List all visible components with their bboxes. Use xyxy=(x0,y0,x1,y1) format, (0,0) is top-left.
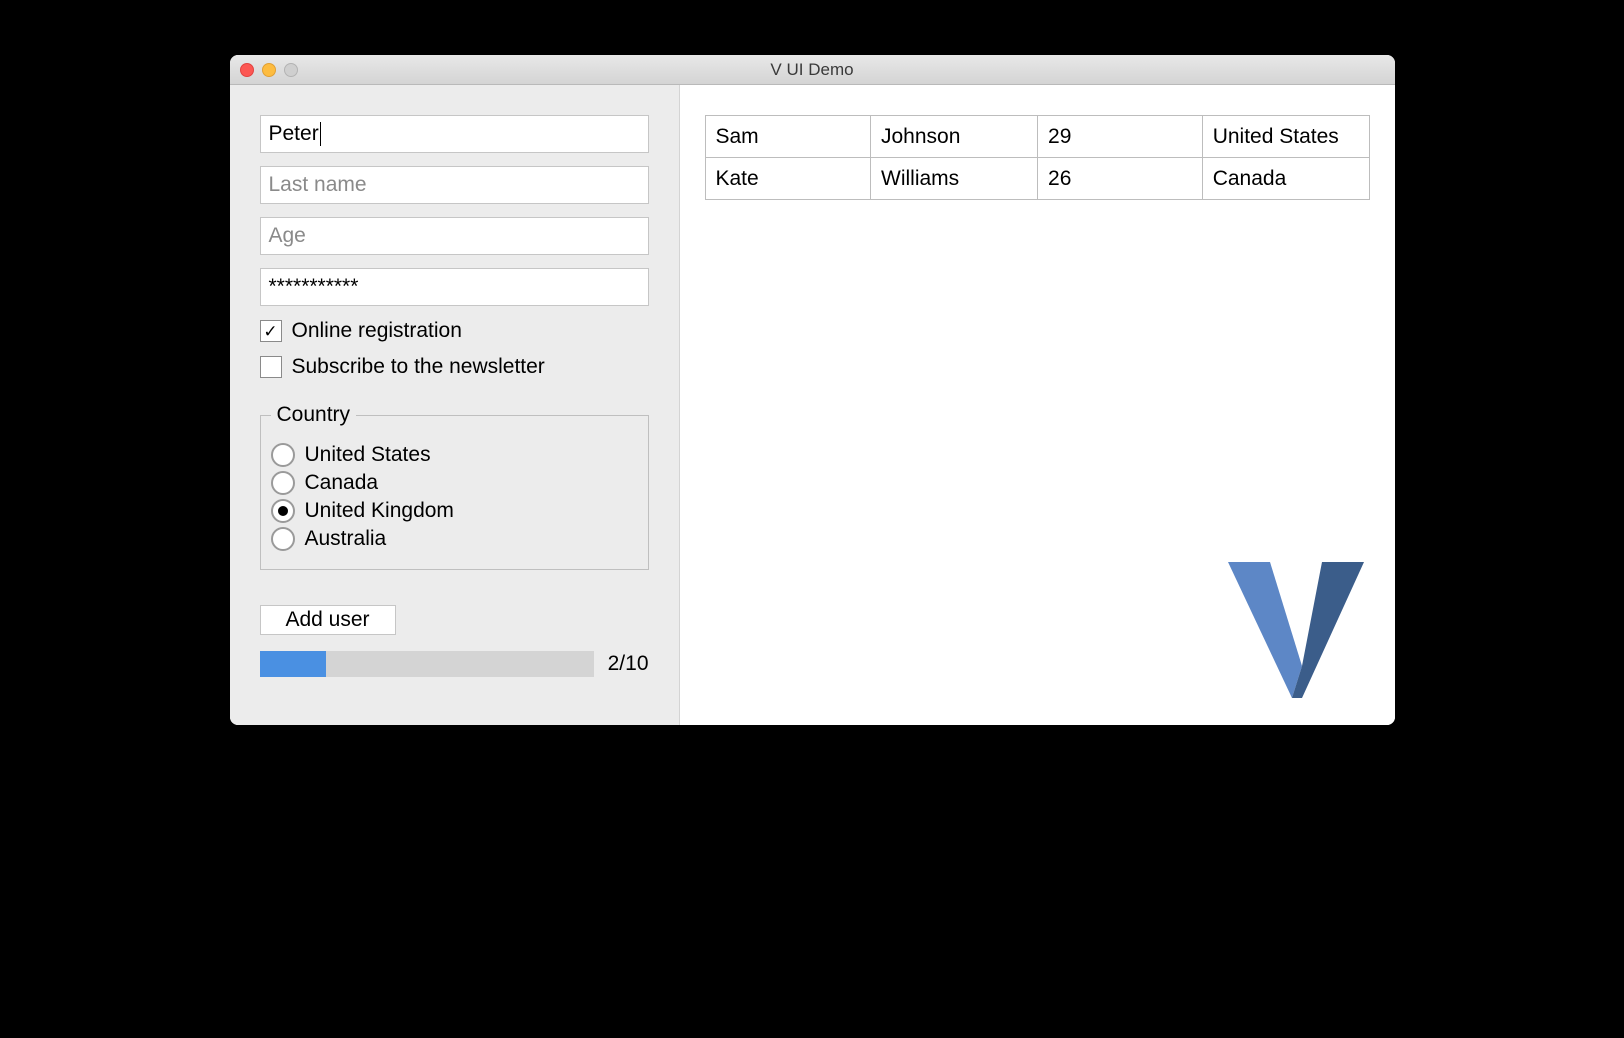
progress-fill xyxy=(260,651,327,677)
app-window: V UI Demo Peter Last name Age **********… xyxy=(230,55,1395,725)
v-logo-icon xyxy=(1222,556,1370,710)
cell-age: 26 xyxy=(1038,158,1203,200)
country-option-uk: United Kingdom xyxy=(271,499,638,523)
country-option-us: United States xyxy=(271,443,638,467)
country-radio-uk[interactable] xyxy=(271,499,295,523)
country-label-uk: United Kingdom xyxy=(305,499,454,523)
cell-first-name: Sam xyxy=(705,116,871,158)
age-input[interactable]: Age xyxy=(260,217,649,255)
maximize-icon xyxy=(284,63,298,77)
table-row: Kate Williams 26 Canada xyxy=(705,158,1369,200)
last-name-input[interactable]: Last name xyxy=(260,166,649,204)
cell-last-name: Johnson xyxy=(871,116,1038,158)
country-radio-us[interactable] xyxy=(271,443,295,467)
minimize-icon[interactable] xyxy=(262,63,276,77)
users-table: Sam Johnson 29 United States Kate Willia… xyxy=(705,115,1370,200)
text-caret-icon xyxy=(320,122,321,146)
window-controls xyxy=(240,63,298,77)
country-radio-au[interactable] xyxy=(271,527,295,551)
add-user-button[interactable]: Add user xyxy=(260,605,396,635)
subscribe-newsletter-checkbox[interactable] xyxy=(260,356,282,378)
titlebar: V UI Demo xyxy=(230,55,1395,85)
subscribe-newsletter-row: Subscribe to the newsletter xyxy=(260,355,649,379)
password-input[interactable]: *********** xyxy=(260,268,649,306)
cell-last-name: Williams xyxy=(871,158,1038,200)
country-option-ca: Canada xyxy=(271,471,638,495)
country-option-au: Australia xyxy=(271,527,638,551)
cell-age: 29 xyxy=(1038,116,1203,158)
country-label-us: United States xyxy=(305,443,431,467)
cell-first-name: Kate xyxy=(705,158,871,200)
subscribe-newsletter-label: Subscribe to the newsletter xyxy=(292,355,545,379)
progress-row: 2/10 xyxy=(260,651,649,677)
online-registration-row: Online registration xyxy=(260,319,649,343)
content-area: Peter Last name Age *********** Online r… xyxy=(230,85,1395,725)
form-panel: Peter Last name Age *********** Online r… xyxy=(230,85,680,725)
cell-country: United States xyxy=(1202,116,1369,158)
first-name-input[interactable]: Peter xyxy=(260,115,649,153)
close-icon[interactable] xyxy=(240,63,254,77)
country-legend: Country xyxy=(271,403,357,427)
country-label-au: Australia xyxy=(305,527,387,551)
table-panel: Sam Johnson 29 United States Kate Willia… xyxy=(680,85,1395,725)
online-registration-checkbox[interactable] xyxy=(260,320,282,342)
window-title: V UI Demo xyxy=(230,60,1395,80)
country-group: Country United States Canada United King… xyxy=(260,403,649,570)
progress-label: 2/10 xyxy=(608,652,649,676)
online-registration-label: Online registration xyxy=(292,319,462,343)
country-label-ca: Canada xyxy=(305,471,379,495)
cell-country: Canada xyxy=(1202,158,1369,200)
table-row: Sam Johnson 29 United States xyxy=(705,116,1369,158)
country-radio-ca[interactable] xyxy=(271,471,295,495)
progress-bar xyxy=(260,651,594,677)
